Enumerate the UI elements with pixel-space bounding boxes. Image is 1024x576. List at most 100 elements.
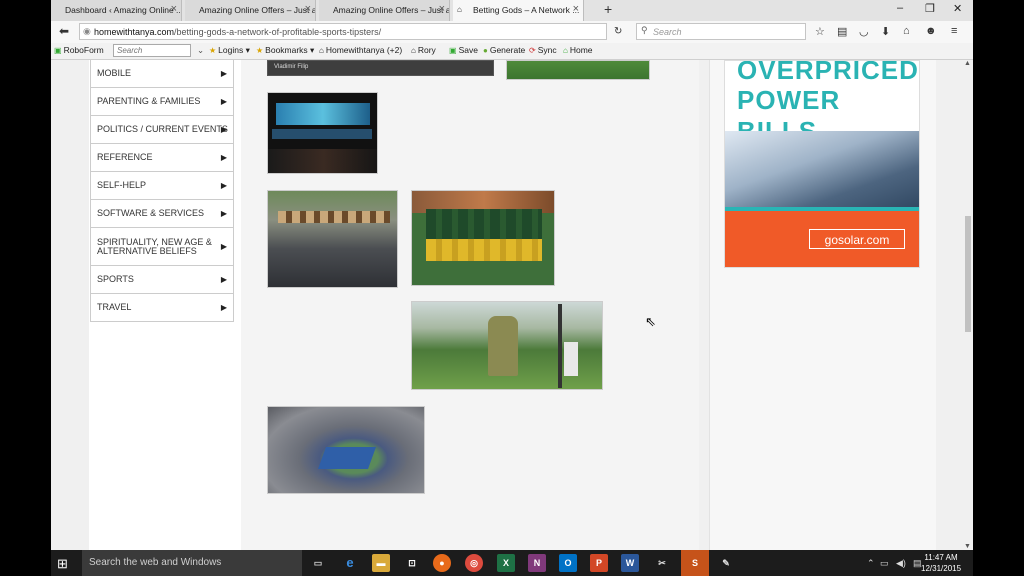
search-input[interactable]: ⚲ Search (636, 23, 806, 40)
store-icon[interactable]: ⊡ (403, 554, 421, 572)
page-scrollbar[interactable]: ▲ ▼ (963, 60, 973, 550)
clipboard-icon[interactable]: ▤ (837, 25, 847, 38)
home-icon: ⌂ (563, 46, 568, 55)
powerpoint-icon[interactable]: P (590, 554, 608, 572)
volume-icon[interactable]: ◀) (896, 558, 906, 569)
homewithtanya-button[interactable]: ⌂ Homewithtanya (+2) (319, 45, 402, 55)
network-icon[interactable]: ▭ (880, 558, 889, 569)
save-label: Save (458, 45, 478, 55)
save-icon: ▣ (449, 46, 457, 55)
close-tab-icon[interactable]: × (305, 3, 311, 15)
file-explorer-icon[interactable]: ▬ (372, 554, 390, 572)
new-tab-button[interactable]: + (604, 1, 612, 17)
close-tab-icon[interactable]: × (171, 3, 177, 15)
arrow-right-icon: ▶ (220, 302, 227, 312)
tab-strip: Dashboard ‹ Amazing Online ... × Amazing… (51, 0, 973, 21)
clock-time: 11:47 AM (924, 553, 958, 562)
taskbar-search-input[interactable]: Search the web and Windows (82, 550, 302, 576)
logins-button[interactable]: ★ Logins ▾ (209, 45, 250, 56)
back-icon[interactable]: ⬅ (59, 24, 69, 38)
golfer-image[interactable] (411, 301, 603, 390)
menu-item-label: POLITICS / CURRENT EVENTS (97, 124, 228, 134)
close-window-button[interactable]: ✕ (953, 2, 962, 15)
sports-bar-image[interactable] (267, 92, 378, 174)
taskbar-clock[interactable]: 11:47 AM 12/31/2015 (921, 552, 961, 574)
sync-button[interactable]: ⟳ Sync (529, 45, 557, 55)
rory-label: Rory (417, 45, 436, 55)
minimize-button[interactable]: – (897, 2, 903, 14)
homewithtanya-label: Homewithtanya (325, 45, 385, 55)
menu-item-reference[interactable]: REFERENCE ▶ (91, 144, 233, 172)
menu-item-label: MOBILE (97, 68, 132, 78)
address-bar[interactable]: ◉ homewithtanya.com/betting-gods-a-netwo… (79, 23, 607, 40)
menu-item-mobile[interactable]: MOBILE ▶ (91, 60, 233, 88)
scrollbar-thumb[interactable] (965, 216, 971, 332)
tab-betting-gods[interactable]: ⌂ Betting Gods – A Network ... × (453, 0, 584, 21)
task-view-icon[interactable]: ▭ (309, 554, 327, 572)
chevron-down-icon[interactable]: ⌄ (197, 45, 204, 56)
snagit-icon[interactable]: S (681, 550, 709, 576)
home-bookmark-button[interactable]: ⌂ Home (563, 45, 593, 55)
generate-button[interactable]: ● Generate (483, 45, 525, 55)
reload-icon[interactable]: ↻ (614, 26, 622, 37)
tray-chevron-up-icon[interactable]: ⌃ (867, 558, 875, 569)
arrow-right-icon: ▶ (220, 241, 227, 251)
pen-icon[interactable]: ✎ (717, 554, 735, 572)
url-path: /betting-gods-a-network-of-profitable-sp… (174, 27, 382, 37)
football-field-image[interactable] (506, 60, 650, 80)
betting-screenshot-text: Vladimir Filip (274, 64, 309, 70)
tennis-stadium-image[interactable] (267, 406, 425, 494)
tab-dashboard[interactable]: Dashboard ‹ Amazing Online ... × (51, 0, 182, 21)
rory-button[interactable]: ⌂ Rory (411, 45, 436, 55)
restore-button[interactable]: ❐ (925, 2, 935, 15)
football-huddle-image[interactable] (411, 190, 555, 286)
windows-start-icon[interactable]: ⊞ (57, 556, 68, 572)
excel-icon[interactable]: X (497, 554, 515, 572)
home-icon[interactable]: ⌂ (903, 25, 910, 37)
menu-item-parenting[interactable]: PARENTING & FAMILIES ▶ (91, 88, 233, 116)
left-sidebar: MOBILE ▶ PARENTING & FAMILIES ▶ POLITICS /… (89, 60, 242, 550)
menu-item-self-help[interactable]: SELF-HELP ▶ (91, 172, 233, 200)
tab-label: Amazing Online Offers – Just a... (333, 5, 450, 15)
gosolar-button[interactable]: gosolar.com (809, 229, 905, 249)
star-icon[interactable]: ☆ (815, 25, 825, 38)
save-button[interactable]: ▣ Save (449, 45, 478, 55)
menu-icon[interactable]: ≡ (951, 25, 957, 37)
roboform-button[interactable]: ▣ RoboForm (54, 45, 104, 55)
tab-offers-1[interactable]: Amazing Online Offers – Just a... × (185, 0, 316, 21)
scroll-down-icon[interactable]: ▼ (964, 543, 971, 550)
edge-icon[interactable]: e (341, 554, 359, 572)
tools-icon[interactable]: ✂ (653, 554, 671, 572)
home-label: Home (569, 45, 593, 55)
onenote-icon[interactable]: N (528, 554, 546, 572)
betting-screenshot-image[interactable]: Vladimir Filip (267, 60, 494, 76)
home-favicon-icon: ⌂ (457, 5, 462, 14)
menu-item-politics[interactable]: POLITICS / CURRENT EVENTS ▶ (91, 116, 233, 144)
tab-offers-2[interactable]: Amazing Online Offers – Just a... × (319, 0, 450, 21)
solar-advertisement[interactable]: OVERPRICED POWER BILLS. gosolar.com (724, 60, 920, 268)
pocket-icon[interactable]: ◡ (859, 25, 869, 38)
close-tab-icon[interactable]: × (573, 3, 579, 15)
chrome-icon[interactable]: ◎ (465, 554, 483, 572)
menu-item-spirituality[interactable]: SPIRITUALITY, NEW AGE & ALTERNATIVE BELI… (91, 228, 233, 266)
bookmarks-button[interactable]: ★ Bookmarks ▾ (256, 45, 314, 56)
word-icon[interactable]: W (621, 554, 639, 572)
scroll-up-icon[interactable]: ▲ (964, 60, 971, 67)
bookmarks-bar: ▣ RoboForm Search ⌄ ★ Logins ▾ ★ Bookmarks … (51, 43, 973, 60)
menu-item-software[interactable]: SOFTWARE & SERVICES ▶ (91, 200, 233, 228)
racecourse-crowd-image[interactable] (267, 190, 398, 288)
tab-label: Betting Gods – A Network ... (473, 5, 580, 15)
key-icon: ★ (209, 46, 217, 55)
close-tab-icon[interactable]: × (439, 3, 445, 15)
url-host: homewithtanya.com (94, 27, 175, 37)
menu-item-travel[interactable]: TRAVEL ▶ (91, 294, 233, 322)
menu-item-sports[interactable]: SPORTS ▶ (91, 266, 233, 294)
outlook-icon[interactable]: O (559, 554, 577, 572)
download-icon[interactable]: ⬇ (881, 25, 890, 38)
roboform-search-input[interactable]: Search (113, 44, 191, 57)
chat-icon[interactable]: ☻ (925, 25, 937, 37)
menu-item-label: TRAVEL (97, 302, 132, 312)
firefox-icon[interactable]: ● (433, 554, 451, 572)
roboform-label: RoboForm (63, 45, 104, 55)
web-page: MOBILE ▶ PARENTING & FAMILIES ▶ POLITICS /… (51, 60, 963, 550)
